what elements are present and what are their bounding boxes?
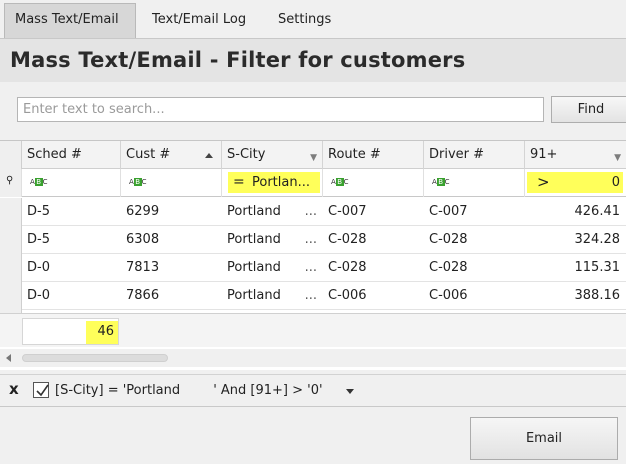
column-header-91plus[interactable]: 91+ ▼ — [525, 141, 626, 169]
cell-driver: C-028 — [429, 232, 468, 247]
column-header-driver[interactable]: Driver # — [424, 141, 525, 169]
tab-bar: Mass Text/Email Text/Email Log Settings — [0, 0, 626, 38]
filter-cell-route[interactable]: ABC — [323, 169, 424, 197]
grid-footer: 46 — [0, 313, 626, 347]
filter-panel: x [S-City] = 'Portland ' And [91+] > '0' — [0, 374, 626, 406]
cell-sched: D-0 — [27, 288, 50, 303]
email-button[interactable]: Email — [470, 417, 618, 460]
abc-filter-icon: ABC — [432, 178, 450, 186]
cell-city-text: Portland — [227, 204, 281, 219]
cell-city: Portland... — [222, 198, 323, 226]
column-header-s-city[interactable]: S-City ▼ — [222, 141, 323, 169]
filter-dropdown-icon[interactable] — [346, 389, 354, 394]
pin-icon: ⚲ — [6, 175, 14, 186]
abc-filter-icon: ABC — [30, 178, 48, 186]
ellipsis: ... — [304, 288, 317, 303]
cell-driver: C-028 — [429, 260, 468, 275]
greater-than-operator[interactable]: > — [537, 173, 550, 191]
filter-cell-s-city[interactable]: = Portlan... — [222, 169, 323, 197]
cell-sched: D-0 — [27, 260, 50, 275]
row-indicator-header — [0, 141, 22, 169]
cell-91plus: 115.31 — [574, 260, 621, 275]
tab-settings[interactable]: Settings — [268, 4, 341, 36]
search-input[interactable]: Enter text to search... — [17, 97, 544, 122]
91plus-filter-value[interactable]: 0 — [612, 175, 620, 190]
divider — [0, 406, 626, 407]
auto-filter-row: ⚲ ABC ABC = Portlan... ABC ABC > 0 — [0, 169, 626, 197]
filter-cell-sched[interactable]: ABC — [22, 169, 121, 197]
cell-sched: D-5 — [27, 232, 50, 247]
sort-ascending-icon — [205, 153, 213, 158]
title-bar: Mass Text/Email - Filter for customers — [0, 38, 626, 82]
tab-mass-text-email[interactable]: Mass Text/Email — [4, 3, 136, 38]
abc-filter-icon: ABC — [331, 178, 349, 186]
cell-route: C-007 — [328, 204, 367, 219]
cell-city-text: Portland — [227, 288, 281, 303]
table-row[interactable]: D-5 6308 Portland... C-028 C-028 324.28 — [0, 226, 626, 254]
abc-filter-icon: ABC — [129, 178, 147, 186]
column-label: Cust # — [126, 147, 171, 162]
column-header-cust[interactable]: Cust # — [121, 141, 222, 169]
equals-operator[interactable]: = — [233, 174, 245, 190]
filter-expression[interactable]: [S-City] = 'Portland ' And [91+] > '0' — [55, 383, 323, 398]
filter-cell-driver[interactable]: ABC — [424, 169, 525, 197]
checkmark-icon — [36, 384, 49, 397]
cell-city-text: Portland — [227, 232, 281, 247]
filter-funnel-icon[interactable]: ▼ — [310, 145, 317, 172]
cell-cust: 7866 — [126, 288, 160, 303]
cell-city: Portland... — [222, 282, 323, 310]
column-label: Driver # — [429, 147, 485, 162]
column-header-route[interactable]: Route # — [323, 141, 424, 169]
cell-cust: 7813 — [126, 260, 160, 275]
filter-enabled-checkbox[interactable] — [33, 382, 49, 398]
tab-text-email-log[interactable]: Text/Email Log — [142, 4, 256, 36]
cell-91plus: 426.41 — [574, 204, 621, 219]
column-label: S-City — [227, 147, 266, 162]
filter-cell-91plus[interactable]: > 0 — [525, 169, 626, 197]
filter-row-indicator: ⚲ — [0, 169, 22, 197]
footer-summary-cell: 46 — [22, 318, 119, 345]
cell-city-text: Portland — [227, 260, 281, 275]
s-city-filter-value[interactable]: Portlan... — [252, 175, 310, 190]
clear-filter-close-icon[interactable]: x — [9, 380, 19, 398]
table-row[interactable]: D-5 6299 Portland... C-007 C-007 426.41 — [0, 198, 626, 226]
scrollbar-thumb[interactable] — [22, 354, 168, 362]
cell-route: C-028 — [328, 232, 367, 247]
customer-grid: Sched # Cust # S-City ▼ Route # Driver # … — [0, 140, 626, 370]
table-row[interactable]: D-0 7813 Portland... C-028 C-028 115.31 — [0, 254, 626, 282]
page-title: Mass Text/Email - Filter for customers — [10, 48, 466, 72]
cell-route: C-006 — [328, 288, 367, 303]
ellipsis: ... — [304, 260, 317, 275]
cell-91plus: 324.28 — [574, 232, 621, 247]
find-button[interactable]: Find — [551, 96, 626, 123]
cell-91plus: 388.16 — [574, 288, 621, 303]
row-count: 46 — [86, 321, 118, 344]
filter-funnel-icon[interactable]: ▼ — [614, 145, 621, 172]
cell-driver: C-007 — [429, 204, 468, 219]
scroll-left-icon[interactable] — [6, 354, 11, 362]
cell-route: C-028 — [328, 260, 367, 275]
ellipsis: ... — [304, 232, 317, 247]
row-indicator-column — [0, 198, 22, 313]
grid-header-row: Sched # Cust # S-City ▼ Route # Driver # … — [0, 141, 626, 169]
cell-driver: C-006 — [429, 288, 468, 303]
cell-sched: D-5 — [27, 204, 50, 219]
table-row[interactable]: D-0 7866 Portland... C-006 C-006 388.16 — [0, 282, 626, 310]
column-label: Route # — [328, 147, 381, 162]
horizontal-scrollbar[interactable] — [0, 349, 626, 367]
column-label: 91+ — [530, 147, 558, 162]
cell-city: Portland... — [222, 226, 323, 254]
cell-cust: 6299 — [126, 204, 160, 219]
cell-city: Portland... — [222, 254, 323, 282]
ellipsis: ... — [304, 204, 317, 219]
column-header-sched[interactable]: Sched # — [22, 141, 121, 169]
filter-cell-cust[interactable]: ABC — [121, 169, 222, 197]
column-label: Sched # — [27, 147, 82, 162]
cell-cust: 6308 — [126, 232, 160, 247]
